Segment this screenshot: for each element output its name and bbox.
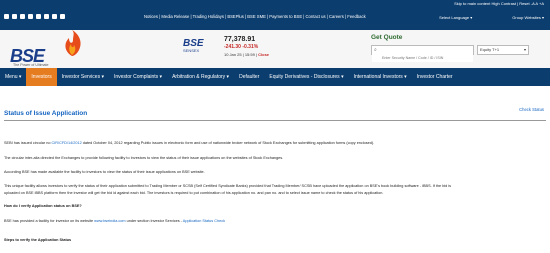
search-icon: ⌕: [374, 47, 377, 53]
sensex-logo[interactable]: BSE SENSEX: [183, 38, 213, 64]
twitter-icon[interactable]: [12, 14, 17, 19]
quick-links[interactable]: Notices | Media Release | Trading Holida…: [144, 14, 366, 19]
application-status-link[interactable]: Application Status Check: [183, 219, 225, 223]
logo-tagline: The Power of Ultimate: [13, 63, 49, 67]
index-change: -241.30 -0.31%: [224, 44, 259, 50]
heading-steps: Steps to verify the Application Status: [4, 238, 72, 242]
segment-select[interactable]: Equity T+1 ▾: [477, 45, 529, 55]
select-language[interactable]: Select Language ▾: [439, 15, 472, 20]
top-bar: Skip to main content High Contrast | Res…: [0, 0, 550, 30]
flame-icon: [65, 30, 81, 56]
quote-search-input[interactable]: [372, 54, 473, 62]
divider: [4, 120, 546, 121]
nav-investors[interactable]: Investors: [26, 68, 57, 86]
telegram-icon[interactable]: [52, 14, 57, 19]
linkedin-icon[interactable]: [20, 14, 25, 19]
nav-menu[interactable]: Menu ▾: [0, 68, 26, 86]
paragraph-website: BSE has provided a facility for investor…: [4, 219, 226, 223]
header: BSE The Power of Ultimate BSE SENSEX 77,…: [0, 30, 550, 68]
paragraph-facility-1: This unique facility allows investors to…: [4, 184, 452, 188]
index-ticker: 77,378.91 -241.30 -0.31% 10 Jan 25 | 15:…: [224, 36, 269, 57]
paragraph-facility-2: uploaded on BSE iBBS platform then the i…: [4, 191, 384, 195]
youtube-icon[interactable]: [44, 14, 49, 19]
heading-verify: How do I verify Application status on BS…: [4, 204, 82, 208]
get-quote-label: Get Quote: [371, 34, 403, 41]
index-value: 77,378.91: [224, 36, 256, 43]
bseindia-link[interactable]: www.bseindia.com: [94, 219, 125, 223]
quote-search: ⌕: [371, 45, 474, 62]
paragraph-directive: The circular inter-alia directed the Exc…: [4, 156, 284, 160]
page-title: Status of Issue Application: [4, 110, 88, 117]
facebook-icon[interactable]: [4, 14, 9, 19]
nav-defaulter[interactable]: Defaulter: [234, 68, 264, 86]
threads-icon[interactable]: [60, 14, 65, 19]
main-nav: Menu ▾ Investors Investor Services ▾ Inv…: [0, 68, 550, 86]
bse-logo[interactable]: BSE The Power of Ultimate: [10, 30, 81, 68]
chevron-down-icon: ▾: [523, 47, 526, 52]
nav-investor-services[interactable]: Investor Services ▾: [57, 68, 109, 86]
instagram-icon[interactable]: [28, 14, 33, 19]
group-websites[interactable]: Group Websites ▾: [512, 15, 544, 20]
accessibility-links[interactable]: Skip to main content High Contrast | Res…: [454, 1, 544, 6]
paragraph-availability: According BSE has made available the fac…: [4, 170, 205, 174]
index-time: 10 Jan 25 | 15:59 | Close: [224, 52, 270, 57]
paragraph-circular: SEBI has issued circular no CIR/CFD/14/2…: [4, 141, 375, 145]
check-status-link[interactable]: Check Status: [519, 107, 544, 112]
nav-equity-derivatives[interactable]: Equity Derivatives - Disclosures ▾: [264, 68, 348, 86]
circular-link[interactable]: CIR/CFD/14/2012: [52, 141, 82, 145]
whatsapp-icon[interactable]: [36, 14, 41, 19]
social-links: [4, 14, 65, 19]
nav-investor-charter[interactable]: Investor Charter: [412, 68, 458, 86]
nav-international-investors[interactable]: International Investors ▾: [349, 68, 412, 86]
nav-investor-complaints[interactable]: Investor Complaints ▾: [109, 68, 167, 86]
nav-arbitration[interactable]: Arbitration & Regulatory ▾: [167, 68, 234, 86]
